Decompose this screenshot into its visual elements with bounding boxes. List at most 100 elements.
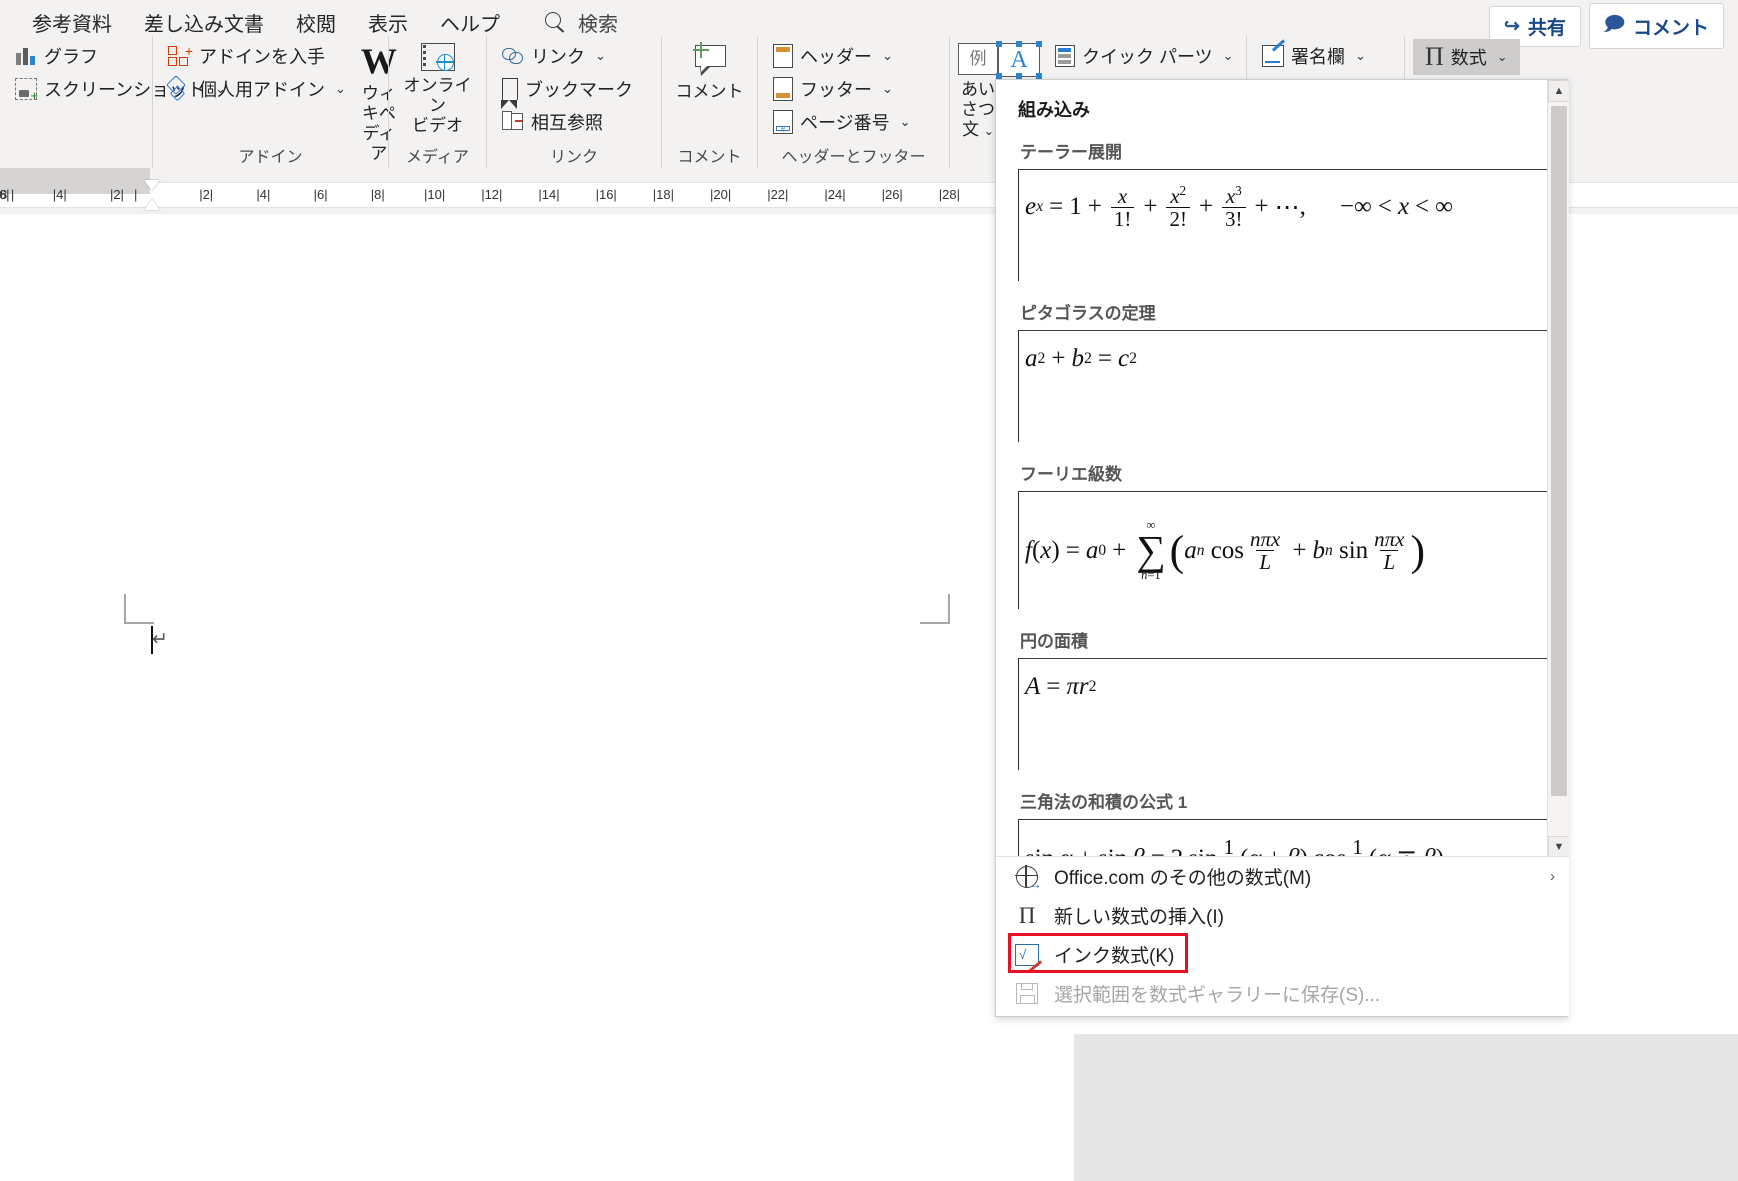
link-label: リンク (531, 46, 585, 67)
ruler-tick: |8| (370, 187, 385, 202)
ruler-tick: |16| (595, 187, 617, 202)
new-comment-button[interactable]: コメント (673, 39, 747, 102)
ruler-tick: |22| (767, 187, 789, 202)
get-addin-button[interactable]: + アドインを入手 (161, 39, 353, 72)
equation-label: 数式 (1450, 48, 1487, 68)
save-icon (1014, 983, 1040, 1004)
ink-equation-icon: √ (1014, 943, 1043, 973)
signature-line-icon (1262, 38, 1286, 67)
search-icon (544, 11, 566, 33)
screenshot-icon: + (15, 77, 38, 102)
share-icon: ↪ (1503, 15, 1520, 37)
link-button[interactable]: リンク ⌄ (495, 39, 640, 72)
gallery-item-taylor-expansion[interactable]: テーラー展開 e x = 1 + x 1! + x2 2! + x3 3! + ⋯, −∞ < x < ∞ (1018, 138, 1551, 281)
margin-marker-top-left (124, 594, 154, 624)
cross-reference-button[interactable]: 相互参照 (495, 105, 640, 138)
search-label: 検索 (578, 13, 618, 36)
paragraph-mark: ↵ (152, 629, 168, 650)
equation-title: テーラー展開 (1020, 143, 1122, 162)
equation-button[interactable]: Π 数式 ⌄ (1413, 39, 1520, 75)
ribbon-group-illustrations: グラフ + スクリーンショット ⌄ (0, 36, 226, 168)
ruler-tick: |6| (313, 187, 328, 202)
ribbon-group-comments: コメント コメント (661, 36, 757, 168)
get-addin-icon: + (168, 44, 193, 68)
page-number-label: ページ番号 (800, 112, 890, 133)
first-line-indent-marker[interactable] (144, 180, 160, 191)
my-addins-icon (168, 77, 192, 101)
my-addins-button[interactable]: 個人用アドイン ⌄ (161, 72, 353, 105)
tab-references[interactable]: 参考資料 (16, 4, 128, 41)
chevron-down-icon[interactable]: ⌄ (1497, 49, 1508, 65)
cross-reference-icon (502, 111, 524, 132)
scroll-up-arrow-icon[interactable]: ▲ (1548, 80, 1569, 102)
equation-preview[interactable]: e x = 1 + x 1! + x2 2! + x3 3! + ⋯, −∞ < x < ∞ (1018, 169, 1551, 281)
equation-preview[interactable]: sin α±sin β =2 sin 12 (α±β) cos 12 (α∓β) (1018, 819, 1551, 858)
gallery-heading: 組み込み (1018, 100, 1090, 120)
online-video-label-1: オンライン (403, 76, 472, 116)
chevron-down-icon[interactable]: ⌄ (882, 81, 893, 97)
chevron-down-icon[interactable]: ⌄ (1223, 48, 1234, 64)
tab-view[interactable]: 表示 (352, 4, 424, 41)
tab-help[interactable]: ヘルプ (424, 4, 516, 41)
page-number-button[interactable]: # ページ番号 ⌄ (766, 105, 918, 138)
ribbon-group-links: リンク ⌄ ブックマーク 相互参照 リンク (486, 36, 661, 168)
equation-gallery[interactable]: 組み込み テーラー展開 e x = 1 + x 1! + x2 2! + x3 3! + ⋯, −∞… (996, 80, 1569, 858)
ruler-tick: |2| (109, 187, 124, 202)
quick-parts-button[interactable]: クイック パーツ ⌄ (1048, 39, 1241, 72)
menu-item-office-more-equations[interactable]: → Office.com のその他の数式(M) › (996, 857, 1569, 896)
scrollbar-thumb[interactable] (1551, 106, 1567, 796)
equation-formula-pythagorean: a 2 + b 2 = c2 (1025, 345, 1137, 372)
equation-title: ピタゴラスの定理 (1020, 304, 1156, 323)
pi-icon: Π (1018, 902, 1036, 928)
gallery-item-area-of-circle[interactable]: 円の面積 A = πr 2 (1018, 627, 1551, 770)
ruler-tick: |14| (538, 187, 560, 202)
tab-mailings[interactable]: 差し込み文書 (128, 4, 280, 41)
tab-review[interactable]: 校閲 (280, 4, 352, 41)
gallery-item-fourier-series[interactable]: フーリエ級数 f(x) = a 0 + ∞ ∑ n=1 ( an cos nπx L + b… (1018, 460, 1551, 609)
menu-item-ink-equation[interactable]: √ インク数式(K) (996, 935, 1569, 974)
bookmark-icon (501, 77, 518, 109)
bookmark-button[interactable]: ブックマーク (495, 72, 640, 109)
equation-formula-taylor: e x = 1 + x 1! + x2 2! + x3 3! + ⋯, −∞ < x < ∞ (1025, 183, 1453, 232)
header-label: ヘッダー (800, 46, 872, 67)
ruler-tick: |20| (710, 187, 732, 202)
equation-preview[interactable]: A = πr 2 (1018, 658, 1551, 770)
ruler-tick: |26| (881, 187, 903, 202)
quick-parts-icon (1055, 44, 1075, 67)
scroll-down-arrow-icon[interactable]: ▼ (1548, 836, 1569, 858)
chevron-down-icon[interactable]: ⌄ (335, 81, 346, 97)
gallery-item-pythagorean-theorem[interactable]: ピタゴラスの定理 a 2 + b 2 = c2 (1018, 299, 1551, 442)
margin-marker-top-left-h (124, 622, 154, 624)
hanging-indent-marker[interactable] (144, 199, 160, 210)
ruler-tick: |12| (481, 187, 503, 202)
online-video-button[interactable]: オンライン ビデオ (401, 39, 475, 136)
menu-item-label: インク数式(K) (1054, 946, 1175, 967)
link-icon (502, 46, 524, 66)
bookmark-label: ブックマーク (525, 79, 633, 100)
equation-preview[interactable]: f(x) = a 0 + ∞ ∑ n=1 ( an cos nπx L + bn sin n… (1018, 491, 1551, 609)
gallery-scrollbar[interactable]: ▲ ▼ (1547, 80, 1569, 858)
menu-item-insert-new-equation[interactable]: Π 新しい数式の挿入(I) (996, 896, 1569, 935)
chevron-down-icon[interactable]: ⌄ (595, 48, 606, 64)
gallery-item-trig-identity-1[interactable]: 三角法の和積の公式 1 sin α±sin β =2 sin 12 (α±β) … (1018, 788, 1551, 858)
equation-pi-icon: Π (1425, 42, 1444, 71)
footer-button[interactable]: フッター ⌄ (766, 72, 918, 105)
equation-preview[interactable]: a 2 + b 2 = c2 (1018, 330, 1551, 442)
greeting-text-button[interactable]: 例 あいさつ 文 ⌄ (958, 39, 998, 140)
chevron-down-icon[interactable]: ⌄ (1355, 48, 1366, 64)
signature-line-button[interactable]: 署名欄 ⌄ (1255, 38, 1373, 72)
online-video-icon (420, 43, 455, 71)
cross-reference-label: 相互参照 (531, 112, 603, 133)
ruler-tick: |2| (199, 187, 214, 202)
menu-item-save-selection-to-gallery: 選択範囲を数式ギャラリーに保存(S)... (996, 974, 1569, 1013)
globe-icon: → (1014, 864, 1042, 891)
chevron-down-icon[interactable]: ⌄ (882, 48, 893, 64)
equation-formula-circle-area: A = πr 2 (1025, 673, 1097, 700)
search-input[interactable]: 検索 (530, 4, 632, 41)
get-addin-label: アドインを入手 (199, 46, 325, 67)
chevron-down-icon[interactable]: ⌄ (900, 114, 911, 130)
document-page[interactable]: ↵ (0, 214, 1080, 1181)
group-label-media: メディア (406, 149, 469, 166)
header-button[interactable]: ヘッダー ⌄ (766, 39, 918, 72)
chevron-down-icon[interactable]: ⌄ (984, 124, 994, 138)
